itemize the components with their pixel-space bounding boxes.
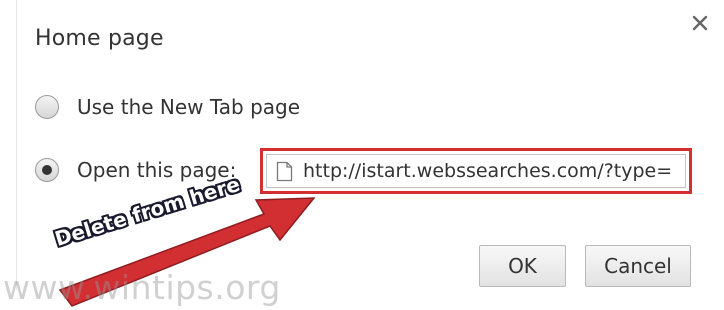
home-page-dialog: Home page Use the New Tab page Open this…	[0, 0, 724, 310]
ok-button[interactable]: OK	[479, 245, 566, 287]
cancel-button[interactable]: Cancel	[585, 245, 691, 287]
watermark: www.wintips.org	[3, 268, 281, 307]
